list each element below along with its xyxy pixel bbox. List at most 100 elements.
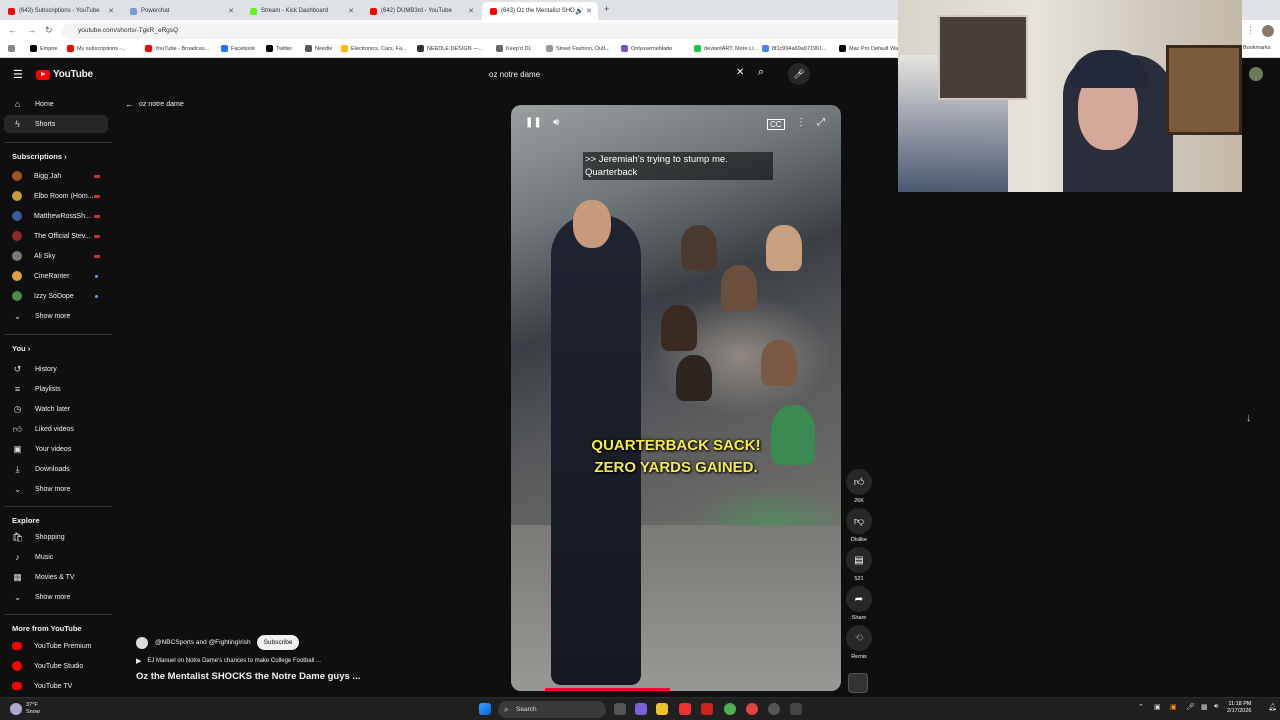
back-arrow-icon[interactable]: ←	[8, 25, 17, 35]
sidebar-item-movies[interactable]: ▦ Movies & TV	[4, 568, 108, 586]
copilot-icon[interactable]	[635, 703, 647, 715]
bookmark-item[interactable]: Empire	[30, 45, 57, 52]
subscription-item[interactable]: The Official Stev...	[4, 227, 108, 245]
sidebar-item-playlists[interactable]: ≡ Playlists	[4, 380, 108, 398]
dislike-button[interactable]: 👎︎ Dislike	[846, 508, 872, 543]
related-video-link[interactable]: ▶ EJ Manuel on Notre Dame's chances to m…	[136, 657, 321, 665]
search-input[interactable]: oz notre dame	[482, 65, 752, 85]
show-more-subscriptions[interactable]: ⌄ Show more	[4, 307, 108, 325]
subscription-item[interactable]: CineRanter	[4, 267, 108, 285]
more-options-icon[interactable]: ⋮	[796, 117, 806, 128]
browser-tab-active[interactable]: (643) Oz the Mentalist SHO 🔊 ✕	[482, 2, 598, 20]
tray-icon[interactable]: ▣	[1154, 703, 1161, 711]
channel-avatar[interactable]	[136, 636, 148, 649]
microphone-icon[interactable]: 🎤︎	[788, 63, 810, 85]
network-icon[interactable]: ▦	[1201, 703, 1208, 711]
comments-button[interactable]: ▤ 521	[846, 547, 872, 582]
sidebar-item-music[interactable]: ♪ Music	[4, 548, 108, 566]
sidebar-item-history[interactable]: ↺ History	[4, 360, 108, 378]
fullscreen-icon[interactable]: ⤢	[817, 117, 825, 128]
sidebar-item-shorts[interactable]: ϟ Shorts	[4, 115, 108, 133]
close-tab-icon[interactable]: ✕	[468, 7, 474, 15]
app-icon[interactable]	[679, 703, 691, 715]
close-tab-icon[interactable]: ✕	[228, 7, 234, 15]
browser-tab[interactable]: (642) DUMB3rd - YouTube ✕	[362, 2, 480, 20]
progress-bar[interactable]	[545, 688, 670, 691]
volume-icon[interactable]: 🔊︎	[553, 117, 559, 128]
bookmark-item[interactable]: Keep'd DL	[496, 45, 532, 52]
forward-arrow-icon[interactable]: →	[27, 25, 36, 35]
weather-widget[interactable]: 37°F Snow	[10, 702, 40, 715]
sidebar-item-watch-later[interactable]: ◷ Watch later	[4, 400, 108, 418]
reload-icon[interactable]: ↻	[45, 25, 53, 36]
close-tab-icon[interactable]: ✕	[108, 7, 114, 15]
account-avatar[interactable]	[1249, 67, 1263, 81]
channel-names[interactable]: @NBCSports and @FightingIrish	[155, 639, 251, 646]
browser-tab[interactable]: Powerchat ✕	[122, 2, 240, 20]
file-explorer-icon[interactable]	[656, 703, 668, 715]
app-icon[interactable]	[701, 703, 713, 715]
sidebar-item-shopping[interactable]: 🛍︎ Shopping	[4, 528, 108, 546]
close-tab-icon[interactable]: ✕	[348, 7, 354, 15]
sound-thumbnail[interactable]	[848, 673, 868, 693]
app-icon[interactable]	[790, 703, 802, 715]
tray-icon[interactable]: 🎤︎	[1186, 703, 1195, 711]
clear-search-icon[interactable]: ✕	[736, 67, 744, 78]
bookmark-item[interactable]: My subscriptions -...	[67, 45, 126, 52]
sidebar-item-your-videos[interactable]: ▣ Your videos	[4, 440, 108, 458]
tray-chevron-icon[interactable]: ⌃	[1138, 703, 1144, 711]
new-tab-icon[interactable]: +	[604, 4, 609, 14]
extensions-icon[interactable]: ⋮	[1246, 25, 1255, 36]
bookmark-item[interactable]: 8f1c994a69a971961...	[762, 45, 827, 52]
pause-icon[interactable]: ❚❚	[525, 117, 542, 128]
taskbar-search[interactable]: ⌕ Search	[498, 701, 606, 718]
subscription-item[interactable]: Bigg Jah	[4, 167, 108, 185]
remix-button[interactable]: ⟲ Remix	[846, 625, 872, 660]
bookmark-item[interactable]: Mac Pro Default Wa...	[839, 45, 903, 52]
profile-avatar[interactable]	[1262, 25, 1274, 37]
sidebar-item-liked-videos[interactable]: 👍︎ Liked videos	[4, 420, 108, 438]
subscribe-button[interactable]: Subscribe	[256, 635, 300, 650]
shorts-video-player[interactable]: ❚❚ 🔊︎ CC ⋮ ⤢ >> Jeremiah's trying to stu…	[511, 105, 841, 691]
show-more-you[interactable]: ⌄ Show more	[4, 480, 108, 498]
chrome-icon[interactable]	[724, 703, 736, 715]
subscriptions-heading[interactable]: Subscriptions ›	[12, 152, 67, 161]
obs-icon[interactable]	[768, 703, 780, 715]
tray-icon[interactable]: ▣	[1170, 703, 1177, 711]
subscription-item[interactable]: Elbo Room (Hom...	[4, 187, 108, 205]
video-title[interactable]: Oz the Mentalist SHOCKS the Notre Dame g…	[136, 671, 360, 682]
browser-tab[interactable]: (643) Subscriptions - YouTube ✕	[0, 2, 120, 20]
close-tab-icon[interactable]: ✕	[586, 7, 592, 15]
sidebar-item-youtube-studio[interactable]: YouTube Studio	[4, 657, 108, 675]
task-view-icon[interactable]	[614, 703, 626, 715]
clock[interactable]: 11:18 PM 2/17/2026	[1227, 701, 1251, 715]
notifications-icon[interactable]: 🔔︎	[1268, 703, 1277, 711]
bookmark-item[interactable]: YouTube - Broadcas...	[145, 45, 209, 52]
bookmark-item[interactable]: Bookmarks	[1243, 45, 1271, 51]
bookmark-item[interactable]: deviantART: More Li...	[694, 45, 758, 52]
menu-hamburger-icon[interactable]: ☰	[13, 68, 23, 81]
sidebar-item-downloads[interactable]: ⤓ Downloads	[4, 460, 108, 478]
bookmark-item[interactable]: Electronics, Cars, Fa...	[341, 45, 407, 52]
bookmark-item[interactable]: Facebook	[221, 45, 255, 52]
subscription-item[interactable]: Ali Sky	[4, 247, 108, 265]
bookmark-item[interactable]: Needle	[305, 45, 332, 52]
closed-captions-icon[interactable]: CC	[767, 119, 785, 130]
volume-icon[interactable]: 🔊︎	[1214, 703, 1218, 711]
subscription-item[interactable]: Izzy SoDope	[4, 287, 108, 305]
bookmark-item[interactable]: NEEDLE DESIGN —...	[417, 45, 483, 52]
back-to-search[interactable]: ← oz notre dame	[125, 99, 184, 109]
apps-icon[interactable]	[8, 45, 18, 52]
bookmark-item[interactable]: Onlyusemeblade	[621, 45, 672, 52]
share-button[interactable]: ➦ Share	[846, 586, 872, 621]
browser-tab[interactable]: Stream - Kick Dashboard ✕	[242, 2, 360, 20]
bookmark-item[interactable]: Street Fashion, Outl...	[546, 45, 610, 52]
show-more-explore[interactable]: ⌄ Show more	[4, 588, 108, 606]
sidebar-item-youtube-premium[interactable]: YouTube Premium	[4, 637, 108, 655]
sidebar-item-youtube-tv[interactable]: YouTube TV	[4, 677, 108, 695]
you-heading[interactable]: You ›	[12, 344, 30, 353]
search-icon[interactable]: ⌕	[758, 66, 764, 79]
like-button[interactable]: 👍︎ 26K	[846, 469, 872, 504]
youtube-logo[interactable]: YouTube	[36, 69, 93, 80]
next-video-arrow-icon[interactable]: ↓	[1246, 412, 1252, 424]
